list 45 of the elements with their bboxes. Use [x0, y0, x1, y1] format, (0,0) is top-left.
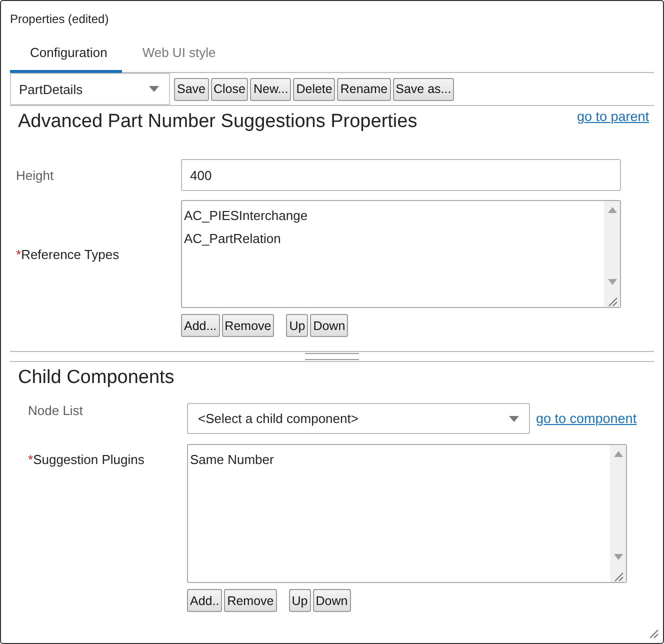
list-action-button[interactable]: Down [312, 589, 351, 612]
resize-grip-icon[interactable] [606, 295, 618, 307]
field-label: Height [16, 168, 55, 182]
list-item[interactable]: AC_PIESInterchange [184, 204, 602, 227]
height-field[interactable]: 400 [181, 159, 621, 191]
toolbar-button[interactable]: New... [250, 78, 292, 100]
scroll-up-icon[interactable] [614, 451, 622, 457]
child-component-dropdown[interactable]: <Select a child component> [187, 403, 530, 434]
list-box[interactable]: AC_PIESInterchange AC_PartRelation [181, 200, 621, 308]
resize-grip-icon[interactable] [647, 627, 659, 639]
list-action-button[interactable]: Remove [222, 314, 274, 337]
go-to-component-link[interactable]: go to component [536, 411, 637, 426]
scrollbar[interactable] [604, 201, 620, 307]
resize-grip-icon[interactable] [612, 570, 624, 582]
toolbar-button[interactable]: Close [210, 78, 248, 100]
go-to-parent-link[interactable]: go to parent [576, 109, 649, 124]
list-action-button[interactable]: Up [288, 589, 311, 612]
toolbar-button[interactable]: Delete [293, 78, 336, 100]
toolbar-button[interactable]: Save [174, 78, 208, 100]
toolbar-button[interactable]: Rename [337, 78, 391, 100]
section-heading: Advanced Part Number Suggestions Properties [17, 110, 418, 133]
field-label: *Reference Types [16, 247, 120, 262]
field-label: Node List [27, 403, 84, 418]
toolbar-button[interactable]: Save as... [392, 78, 454, 100]
configuration-dropdown[interactable]: PartDetails [10, 73, 170, 105]
window-title: Properties (edited) [9, 11, 110, 28]
field-label: *Suggestion Plugins [27, 451, 146, 467]
list-action-button[interactable]: Down [310, 314, 348, 337]
splitter-grip[interactable] [305, 353, 359, 360]
caret-icon [509, 416, 519, 422]
tab[interactable]: Web UI style [122, 36, 231, 73]
tab[interactable]: Configuration [10, 36, 122, 73]
scroll-down-icon[interactable] [608, 279, 616, 285]
list-box[interactable]: Same Number [187, 444, 627, 583]
list-item[interactable]: Same Number [190, 448, 608, 471]
list-action-button[interactable]: Up [286, 314, 308, 337]
list-action-button[interactable]: Add... [181, 314, 220, 337]
list-action-button[interactable]: Remove [224, 589, 277, 612]
list-action-button[interactable]: Add.. [187, 589, 222, 612]
section-heading: Child Components [17, 366, 174, 389]
scrollbar[interactable] [610, 445, 626, 582]
list-item[interactable]: AC_PartRelation [184, 227, 602, 250]
scroll-down-icon[interactable] [614, 554, 622, 560]
caret-icon [149, 86, 159, 92]
scroll-up-icon[interactable] [608, 207, 616, 213]
